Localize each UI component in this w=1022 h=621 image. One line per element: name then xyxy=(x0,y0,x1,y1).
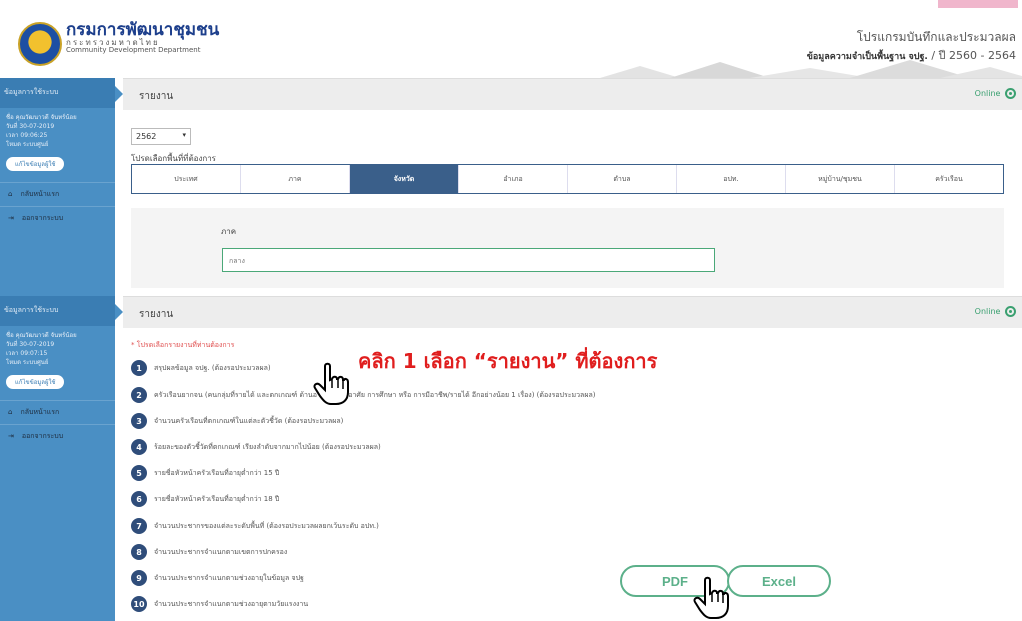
report-number: 7 xyxy=(131,518,147,534)
tab-subdistrict[interactable]: ตำบล xyxy=(568,165,677,193)
tab-village[interactable]: หมู่บ้าน/ชุมชน xyxy=(786,165,895,193)
report-item[interactable]: 2 ครัวเรือนยากจน (คนกลุ่มที่รายได้ และตกเ… xyxy=(131,385,595,405)
rooftops-decoration xyxy=(600,60,1022,78)
region-label: ภาค xyxy=(221,227,237,236)
region-filter-box: ภาค กลาง xyxy=(131,208,1004,288)
report-label: จำนวนครัวเรือนที่ตกเกณฑ์ในแต่ละตัวชี้วัด… xyxy=(154,416,344,425)
online-indicator-icon xyxy=(1005,88,1016,99)
home-icon: ⌂ xyxy=(8,190,13,198)
report-label: ครัวเรือนยากจน (คนกลุ่มที่รายได้ และตกเก… xyxy=(154,390,596,399)
report-item[interactable]: 10 จำนวนประชากรจำแนกตามช่วงอายุตามวัยแรงง… xyxy=(131,594,308,614)
user-mode: โหมด ระบบศูนย์ xyxy=(6,359,49,366)
user-time: เวลา 09:06:25 xyxy=(6,132,48,139)
report-item[interactable]: 4 ร้อยละของตัวชี้วัดที่ตกเกณฑ์ เรียงลำดับ… xyxy=(131,437,381,457)
report-hint: * โปรดเลือกรายงานที่ท่านต้องการ xyxy=(131,341,235,349)
report-item[interactable]: 6 รายชื่อหัวหน้าครัวเรือนที่อายุต่ำกว่า 1… xyxy=(131,489,279,509)
sidebar-top: ข้อมูลการใช้ระบบ ชื่อ คุณวัฒนาวดี จันทร์… xyxy=(0,78,115,296)
report-item[interactable]: 1 สรุปผลข้อมูล จปฐ. (ต้องรอประมวลผล) xyxy=(131,358,271,378)
panel-title: รายงาน xyxy=(139,309,174,320)
report-label: จำนวนประชากรจำแนกตามเขตการปกครอง xyxy=(154,547,288,556)
tab-household[interactable]: ครัวเรือน xyxy=(895,165,1003,193)
org-sub-english: Community Development Department xyxy=(66,46,201,54)
nav-logout-label: ออกจากระบบ xyxy=(21,214,64,222)
report-number: 3 xyxy=(131,413,147,429)
user-info: ชื่อ คุณวัฒนาวดี จันทร์น้อย วันที่ 30-07… xyxy=(0,108,115,154)
online-label: Online xyxy=(974,307,1001,316)
excel-button[interactable]: Excel xyxy=(727,565,831,597)
tab-local-admin[interactable]: อปท. xyxy=(677,165,786,193)
report-number: 2 xyxy=(131,387,147,403)
report-panel-header: รายงาน Online xyxy=(123,296,1022,328)
report-number: 1 xyxy=(131,360,147,376)
user-date: วันที่ 30-07-2019 xyxy=(6,123,55,130)
edit-user-button[interactable]: แก้ไขข้อมูลผู้ใช้ xyxy=(6,375,65,389)
online-label: Online xyxy=(974,89,1001,98)
panel-title: รายงาน xyxy=(139,91,174,102)
report-number: 5 xyxy=(131,465,147,481)
nav-logout[interactable]: ⇥ ออกจากระบบ xyxy=(0,424,115,448)
system-title: โปรแกรมบันทึกและประมวลผล xyxy=(856,30,1016,44)
report-item[interactable]: 3 จำนวนครัวเรือนที่ตกเกณฑ์ในแต่ละตัวชี้วั… xyxy=(131,411,343,431)
report-label: สรุปผลข้อมูล จปฐ. (ต้องรอประมวลผล) xyxy=(154,363,271,372)
online-indicator-icon xyxy=(1005,306,1016,317)
instruction-annotation: คลิก 1 เลือก “รายงาน” ที่ต้องการ xyxy=(358,349,658,373)
sidebar-pointer xyxy=(115,304,123,320)
nav-home[interactable]: ⌂ กลับหน้าแรก xyxy=(0,400,115,424)
sidebar-head: ข้อมูลการใช้ระบบ xyxy=(0,296,115,326)
user-name: ชื่อ คุณวัฒนาวดี จันทร์น้อย xyxy=(6,332,77,339)
report-label: รายชื่อหัวหน้าครัวเรือนที่อายุต่ำกว่า 18… xyxy=(154,494,280,503)
hand-pointer-icon xyxy=(693,576,729,619)
tab-region[interactable]: ภาค xyxy=(241,165,350,193)
nav-home-label: กลับหน้าแรก xyxy=(20,190,60,198)
user-time: เวลา 09:07:15 xyxy=(6,350,48,357)
home-icon: ⌂ xyxy=(8,408,13,416)
logo-emblem xyxy=(18,22,62,66)
report-label: ร้อยละของตัวชี้วัดที่ตกเกณฑ์ เรียงลำดับจ… xyxy=(154,442,381,451)
logout-icon: ⇥ xyxy=(8,214,14,222)
report-item[interactable]: 9 จำนวนประชากรจำแนกตามช่วงอายุในข้อมูล จป… xyxy=(131,568,304,588)
user-info: ชื่อ คุณวัฒนาวดี จันทร์น้อย วันที่ 30-07… xyxy=(0,326,115,372)
report-panel-header: รายงาน Online xyxy=(123,78,1022,110)
sidebar-bottom: ข้อมูลการใช้ระบบ ชื่อ คุณวัฒนาวดี จันทร์… xyxy=(0,296,115,621)
logout-icon: ⇥ xyxy=(8,432,14,440)
user-name: ชื่อ คุณวัฒนาวดี จันทร์น้อย xyxy=(6,114,77,121)
area-level-tabs: ประเทศ ภาค จังหวัด อำเภอ ตำบล อปท. หมู่บ… xyxy=(131,164,1004,194)
year-select[interactable]: 2562 ▾ xyxy=(131,128,191,145)
top-header: กรมการพัฒนาชุมชน กระทรวงมหาดไทย Communit… xyxy=(0,0,1022,78)
report-number: 6 xyxy=(131,491,147,507)
nav-home-label: กลับหน้าแรก xyxy=(20,408,60,416)
online-status: Online xyxy=(975,88,1016,99)
pink-corner-tab xyxy=(938,0,1018,8)
year-value: 2562 xyxy=(136,132,157,141)
tab-province[interactable]: จังหวัด xyxy=(350,165,459,193)
sidebar-pointer xyxy=(115,86,123,102)
region-input[interactable]: กลาง xyxy=(222,248,715,272)
report-number: 4 xyxy=(131,439,147,455)
report-item[interactable]: 5 รายชื่อหัวหน้าครัวเรือนที่อายุต่ำกว่า 1… xyxy=(131,463,279,483)
report-label: จำนวนประชากรจำแนกตามช่วงอายุในข้อมูล จปฐ xyxy=(154,573,304,582)
tab-district[interactable]: อำเภอ xyxy=(459,165,568,193)
chevron-down-icon: ▾ xyxy=(182,131,186,139)
report-number: 9 xyxy=(131,570,147,586)
online-status: Online xyxy=(975,306,1016,317)
nav-home[interactable]: ⌂ กลับหน้าแรก xyxy=(0,182,115,206)
nav-logout-label: ออกจากระบบ xyxy=(21,432,64,440)
nav-logout[interactable]: ⇥ ออกจากระบบ xyxy=(0,206,115,230)
report-item[interactable]: 7 จำนวนประชากรของแต่ละระดับพื้นที่ (ต้องร… xyxy=(131,516,379,536)
edit-user-button[interactable]: แก้ไขข้อมูลผู้ใช้ xyxy=(6,157,65,171)
report-number: 8 xyxy=(131,544,147,560)
tab-country[interactable]: ประเทศ xyxy=(132,165,241,193)
report-label: รายชื่อหัวหน้าครัวเรือนที่อายุต่ำกว่า 15… xyxy=(154,468,280,477)
hand-pointer-icon xyxy=(313,362,349,405)
report-label: จำนวนประชากรของแต่ละระดับพื้นที่ (ต้องรอ… xyxy=(154,521,379,530)
user-mode: โหมด ระบบศูนย์ xyxy=(6,141,49,148)
user-date: วันที่ 30-07-2019 xyxy=(6,341,55,348)
sidebar-head: ข้อมูลการใช้ระบบ xyxy=(0,78,115,108)
report-number: 10 xyxy=(131,596,147,612)
report-label: จำนวนประชากรจำแนกตามช่วงอายุตามวัยแรงงาน xyxy=(154,599,309,608)
page: { "header": { "org_name": "กรมการพัฒนาชุ… xyxy=(0,0,1022,621)
report-item[interactable]: 8 จำนวนประชากรจำแนกตามเขตการปกครอง xyxy=(131,542,287,562)
